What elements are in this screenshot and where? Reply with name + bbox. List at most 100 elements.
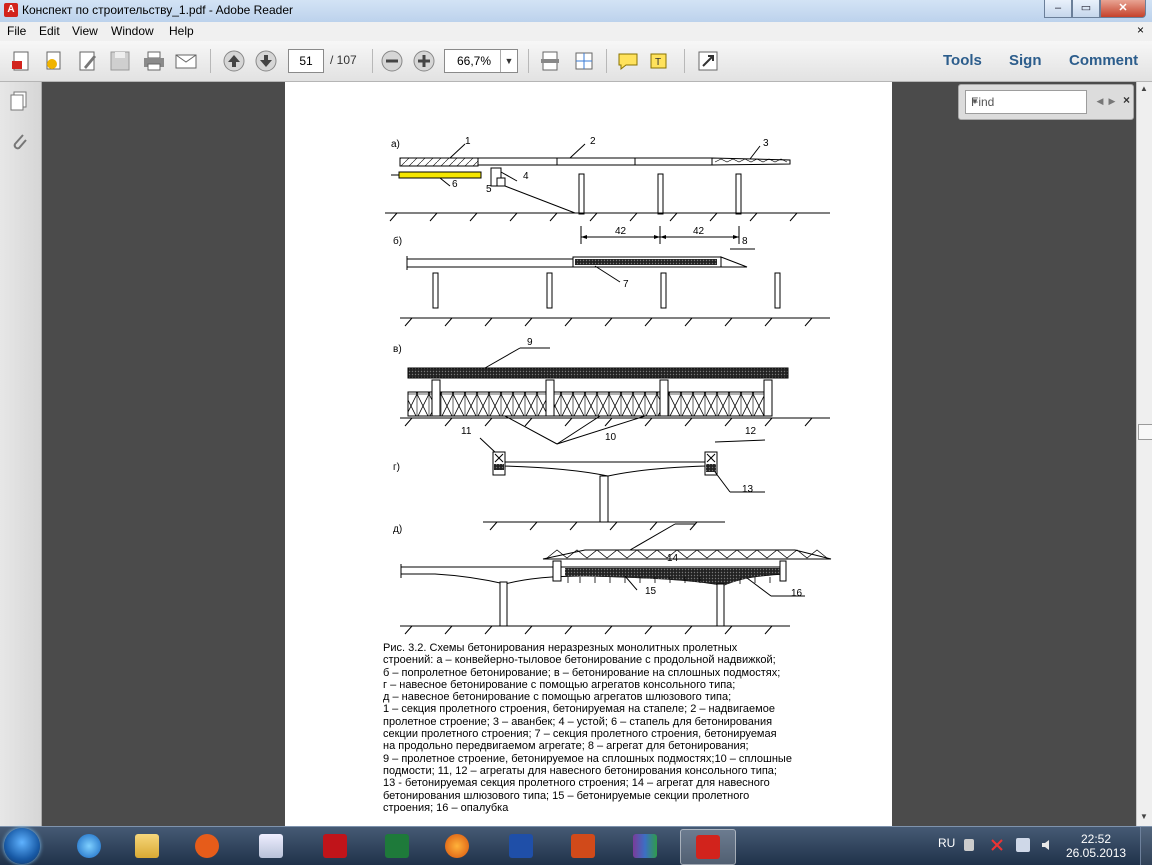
minimize-button[interactable]: –	[1044, 0, 1072, 18]
scroll-up-icon[interactable]: ▲	[1140, 84, 1148, 93]
find-close-icon[interactable]: ×	[1123, 93, 1130, 107]
taskbar-word[interactable]	[494, 829, 548, 863]
attachments-icon[interactable]	[8, 130, 30, 152]
menu-window[interactable]: Window	[111, 24, 154, 38]
span-on-scaffolding-9	[407, 367, 789, 379]
vertical-scrollbar[interactable]: ▲ ▼	[1136, 82, 1152, 826]
adobe-reader-icon	[696, 835, 720, 859]
folder-icon	[135, 834, 159, 858]
caption-line: подмости; 11, 12 – агрегаты для навесног…	[383, 764, 777, 777]
taskbar-firefox[interactable]	[430, 829, 484, 863]
fit-width-icon[interactable]	[572, 49, 596, 73]
stapel-section-1	[399, 157, 479, 167]
sticky-note-icon[interactable]	[616, 49, 640, 73]
network-icon[interactable]	[1016, 838, 1030, 852]
taskbar-adobe-reader[interactable]	[680, 829, 736, 865]
page-total: / 107	[330, 53, 357, 67]
taskbar-file-explorer[interactable]	[120, 829, 174, 863]
toolbar-separator	[528, 49, 529, 73]
document-close-icon[interactable]: ×	[1137, 23, 1144, 37]
full-screen-icon[interactable]	[696, 49, 720, 73]
cantilever-span	[504, 461, 706, 477]
page-thumbnails-icon[interactable]	[8, 90, 30, 112]
zoom-out-icon[interactable]	[380, 49, 404, 73]
toolbar-separator	[372, 49, 373, 73]
close-button[interactable]: ✕	[1100, 0, 1146, 18]
scrollbar-thumb[interactable]	[1138, 424, 1152, 440]
bridge-concreting-figure: а) 42 42 1 2 3 4 5 6 б) 7 8 в) 9 10 г) 1…	[385, 136, 832, 635]
scroll-down-icon[interactable]: ▼	[1140, 812, 1148, 821]
menu-file[interactable]: File	[7, 24, 26, 38]
page-number-input[interactable]: 51	[288, 49, 324, 73]
language-indicator[interactable]: RU	[938, 836, 955, 850]
volume-icon[interactable]	[1040, 838, 1054, 852]
show-desktop-button[interactable]	[1140, 827, 1152, 865]
edit-document-icon[interactable]	[76, 49, 100, 73]
maximize-button[interactable]: ▭	[1072, 0, 1100, 18]
clock-date: 26.05.2013	[1066, 846, 1127, 860]
email-icon[interactable]	[174, 49, 198, 73]
calculator-icon	[259, 834, 283, 858]
caption-line: бетонирования шлюзового типа; 15 – бетон…	[383, 789, 750, 802]
concreted-sections-15	[565, 568, 780, 586]
toolbar-separator	[684, 49, 685, 73]
menu-help[interactable]: Help	[169, 24, 194, 38]
callout-16: 16	[791, 588, 803, 599]
comment-pane-link[interactable]: Comment	[1069, 52, 1138, 69]
title-bar: A Конспект по строительству_1.pdf - Adob…	[0, 0, 1152, 23]
callout-15: 15	[645, 586, 657, 597]
combine-files-icon[interactable]	[42, 49, 66, 73]
dimension-span-1: 42	[615, 226, 627, 237]
action-center-icon[interactable]	[990, 838, 1004, 852]
highlight-text-icon[interactable]: T	[648, 49, 672, 73]
adobe-reader-icon: A	[4, 3, 18, 17]
sign-pane-link[interactable]: Sign	[1009, 52, 1042, 69]
callout-11: 11	[461, 426, 472, 437]
caption-line: 9 – пролетное строение, бетонируемое на …	[383, 752, 792, 765]
tray-expand-icon[interactable]	[964, 839, 974, 851]
caption-line: б – попролетное бетонирование; в – бетон…	[383, 666, 781, 679]
launched-span-2	[477, 157, 713, 166]
start-button[interactable]	[4, 828, 40, 864]
taskbar-media-player[interactable]	[180, 829, 234, 863]
fit-page-icon[interactable]	[538, 49, 562, 73]
callout-9: 9	[527, 337, 533, 348]
window-controls: – ▭ ✕	[1044, 0, 1146, 18]
previous-page-icon[interactable]	[222, 49, 246, 73]
support-5	[496, 177, 506, 187]
taskbar-winrar[interactable]	[618, 829, 672, 863]
scaffolding-10	[407, 391, 433, 417]
find-input[interactable]: Find ▼	[965, 90, 1087, 114]
tools-pane-link[interactable]: Tools	[943, 52, 982, 69]
system-clock[interactable]: 22:52 26.05.2013	[1066, 832, 1126, 860]
taskbar-internet-explorer[interactable]	[62, 829, 116, 863]
taskbar-autocad[interactable]	[308, 829, 362, 863]
caption-line: строений: а – конвейерно-тыловое бетонир…	[383, 654, 776, 667]
document-page: а) 42 42 1 2 3 4 5 6 б) 7 8 в) 9 10 г) 1…	[285, 82, 892, 826]
taskbar-excel[interactable]	[370, 829, 424, 863]
taskbar-powerpoint[interactable]	[556, 829, 610, 863]
stapel-6	[398, 171, 482, 179]
zoom-select[interactable]: 66,7% ▼	[444, 49, 518, 73]
toolbar: 51 / 107 66,7% ▼ T Tools Sign Comment	[0, 41, 1152, 82]
find-next-icon[interactable]: ▶	[1107, 93, 1117, 109]
zoom-in-icon[interactable]	[412, 49, 436, 73]
menu-edit[interactable]: Edit	[39, 24, 60, 38]
window-title: Конспект по строительству_1.pdf - Adobe …	[22, 3, 293, 17]
create-pdf-icon[interactable]	[10, 49, 34, 73]
callout-14: 14	[667, 553, 679, 564]
chevron-down-icon[interactable]: ▼	[971, 91, 1083, 113]
chevron-down-icon[interactable]: ▼	[500, 50, 517, 72]
caption-line: 13 - бетонируемая секция пролетного стро…	[383, 777, 770, 790]
menu-view[interactable]: View	[72, 24, 98, 38]
caption-line: г – навесное бетонирование с помощью агр…	[383, 678, 736, 691]
callout-3: 3	[763, 138, 769, 149]
save-icon[interactable]	[108, 49, 132, 73]
internet-explorer-icon	[77, 834, 101, 858]
caption-line: 1 – секция пролетного строения, бетониру…	[383, 703, 775, 716]
find-previous-icon[interactable]: ◀	[1095, 93, 1105, 109]
taskbar-calculator[interactable]	[244, 829, 298, 863]
section-13	[706, 464, 716, 472]
next-page-icon[interactable]	[254, 49, 278, 73]
print-icon[interactable]	[142, 49, 166, 73]
